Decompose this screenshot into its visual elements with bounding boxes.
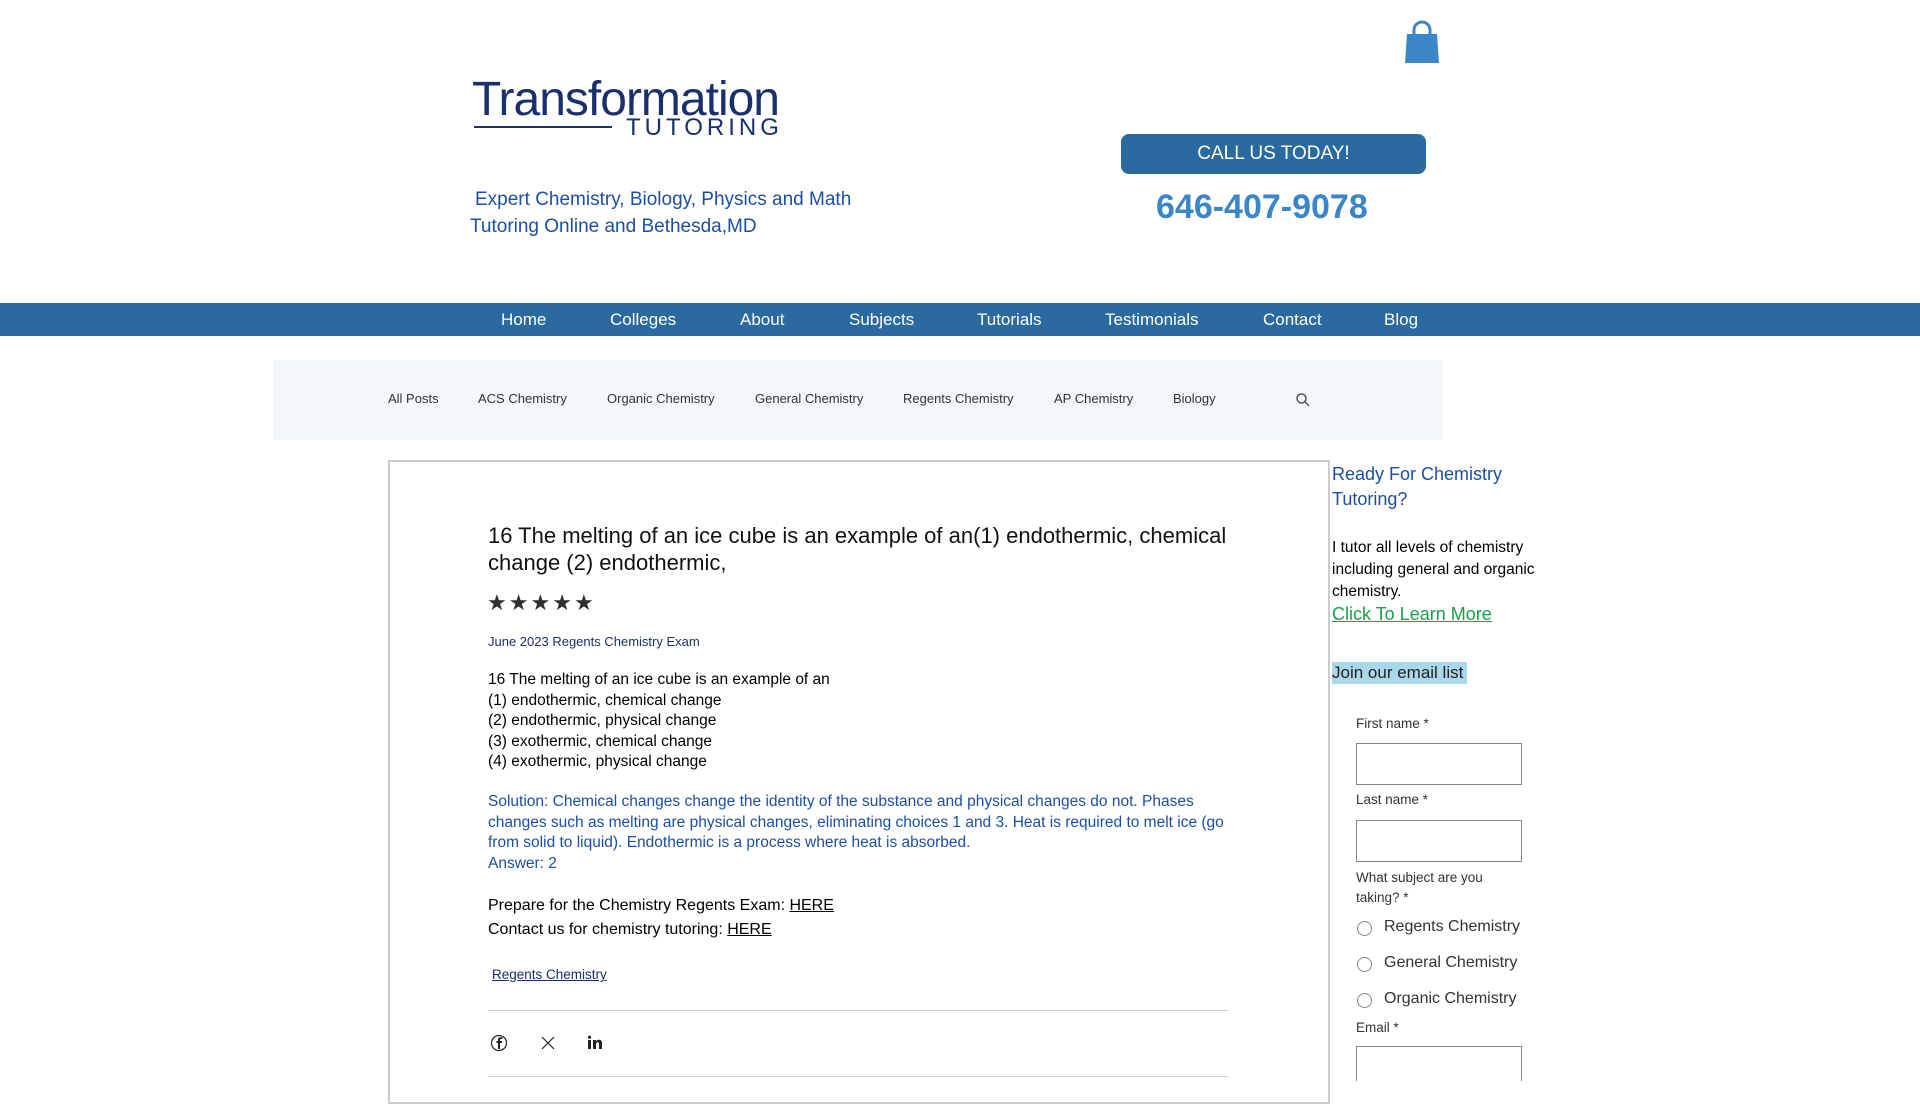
site-tagline: Expert Chemistry, Biology, Physics and M… [470,186,870,240]
subject-option-label: Regents Chemistry [1384,918,1521,935]
question-choice: (2) endothermic, physical change [488,712,717,729]
category-ap-chemistry[interactable]: AP Chemistry [1054,391,1133,406]
nav-testimonials[interactable]: Testimonials [1105,303,1199,336]
divider [488,1010,1228,1011]
nav-blog[interactable]: Blog [1384,303,1418,336]
logo-underline [474,126,612,128]
star-icon[interactable]: ★ [487,592,507,614]
nav-about[interactable]: About [740,303,784,336]
divider [488,1076,1228,1077]
sidebar-heading: Ready For Chemistry Tutoring? [1332,464,1503,509]
category-acs-chemistry[interactable]: ACS Chemistry [478,391,567,406]
category-regents-chemistry[interactable]: Regents Chemistry [903,391,1014,406]
question-text: 16 The melting of an ice cube is an exam… [488,671,830,688]
last-name-input[interactable] [1356,820,1522,862]
post-category: June 2023 Regents Chemistry Exam [488,634,700,649]
nav-tutorials[interactable]: Tutorials [977,303,1042,336]
category-all-posts[interactable]: All Posts [388,391,439,406]
first-name-label: First name * [1356,716,1429,731]
email-input[interactable] [1356,1046,1522,1081]
blog-category-bar: All Posts ACS Chemistry Organic Chemistr… [273,360,1443,440]
tagline-line-1: Expert Chemistry, Biology, Physics and M… [475,189,852,210]
star-icon[interactable]: ★ [574,592,594,614]
join-email-heading: Join our email list [1332,662,1468,684]
first-name-input[interactable] [1356,743,1522,785]
prepare-link[interactable]: HERE [789,897,833,914]
contact-link[interactable]: HERE [727,921,771,938]
call-us-button[interactable]: CALL US TODAY! [1121,134,1426,174]
tagline-line-2: Tutoring Online and Bethesda,MD [470,216,757,237]
contact-line: Contact us for chemistry tutoring: HERE [488,918,772,942]
site-logo[interactable]: Transformation TUTORING [472,76,788,140]
nav-contact[interactable]: Contact [1263,303,1322,336]
subject-option-label: Organic Chemistry [1384,990,1517,1007]
last-name-label: Last name * [1356,792,1429,807]
phone-number[interactable]: 646-407-9078 [1156,188,1368,227]
question-block: 16 The melting of an ice cube is an exam… [488,670,1248,773]
solution-block: Solution: Chemical changes change the id… [488,792,1238,874]
contact-text: Contact us for chemistry tutoring: [488,921,728,938]
search-icon[interactable] [1295,392,1311,408]
linkedin-icon[interactable] [586,1034,604,1052]
subject-label: What subject are you taking? * [1356,870,1483,905]
facebook-icon[interactable] [490,1034,508,1052]
question-choice: (1) endothermic, chemical change [488,691,722,709]
rating-stars[interactable]: ★ ★ ★ ★ ★ [487,592,594,614]
post-tag-link[interactable]: Regents Chemistry [492,967,607,982]
learn-more-link[interactable]: Click To Learn More [1332,604,1492,625]
subject-radio-general[interactable] [1357,957,1372,972]
question-choice: (3) exothermic, chemical change [488,732,712,750]
subject-radio-organic[interactable] [1357,993,1372,1008]
shopping-bag-icon[interactable] [1404,20,1440,64]
nav-subjects[interactable]: Subjects [849,303,914,336]
subject-option-label: General Chemistry [1384,954,1518,971]
category-general-chemistry[interactable]: General Chemistry [755,391,863,406]
x-icon[interactable] [539,1034,557,1052]
category-biology[interactable]: Biology [1173,391,1216,406]
post-title: 16 The melting of an ice cube is an exam… [488,523,1227,575]
nav-colleges[interactable]: Colleges [610,303,676,336]
prepare-text: Prepare for the Chemistry Regents Exam: [488,897,790,914]
email-label: Email * [1356,1020,1399,1035]
answer-text: Answer: 2 [488,854,557,872]
nav-home[interactable]: Home [501,303,546,336]
star-icon[interactable]: ★ [552,592,572,614]
star-icon[interactable]: ★ [530,592,550,614]
main-nav: Home Colleges About Subjects Tutorials T… [0,303,1920,336]
star-icon[interactable]: ★ [509,592,529,614]
logo-subtitle: TUTORING [626,114,783,141]
subject-radio-regents[interactable] [1357,921,1372,936]
prepare-line: Prepare for the Chemistry Regents Exam: … [488,894,834,918]
category-organic-chemistry[interactable]: Organic Chemistry [607,391,715,406]
solution-text: Solution: Chemical changes change the id… [488,793,1224,851]
sidebar-text: I tutor all levels of chemistry includin… [1332,539,1535,600]
question-choice: (4) exothermic, physical change [488,753,707,770]
